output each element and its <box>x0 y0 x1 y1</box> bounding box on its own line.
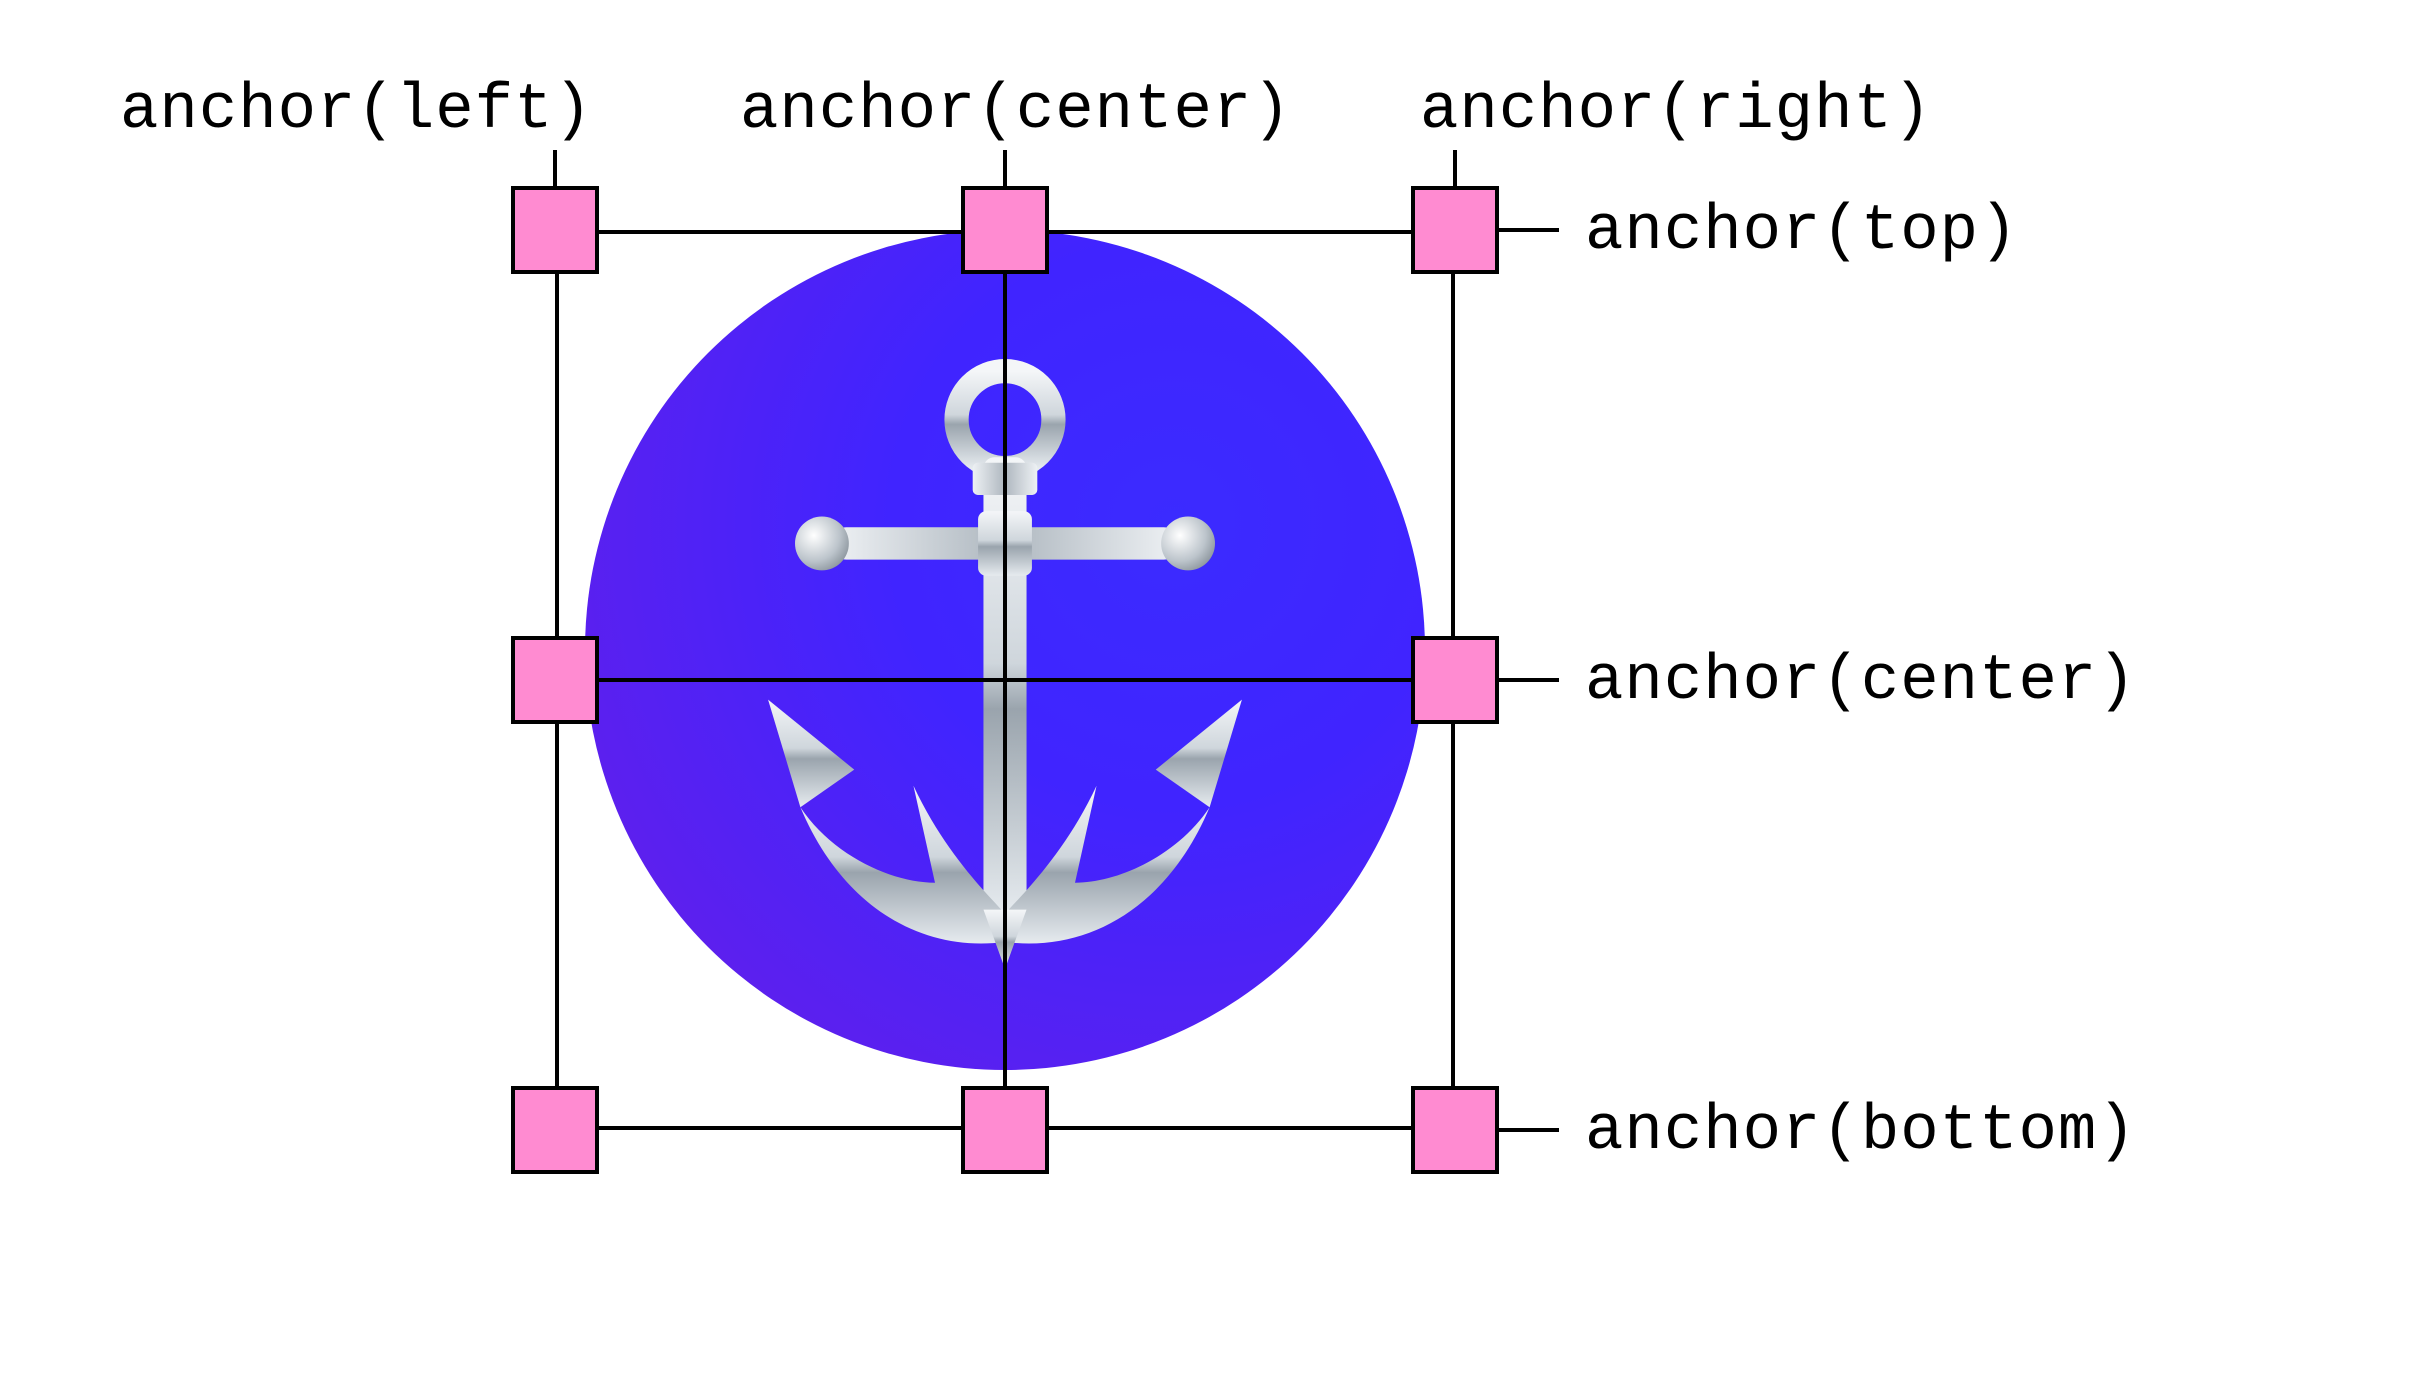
grid-horizontal-center <box>555 678 1455 682</box>
label-anchor-right: anchor(right) <box>1420 75 1932 147</box>
handle-bottom-center <box>961 1086 1049 1174</box>
handle-middle-left <box>511 636 599 724</box>
handle-middle-right <box>1411 636 1499 724</box>
label-anchor-center-row: anchor(center) <box>1585 646 2137 718</box>
leader-row-center <box>1499 678 1559 682</box>
handle-top-center <box>961 186 1049 274</box>
handle-bottom-left <box>511 1086 599 1174</box>
handle-bottom-right <box>1411 1086 1499 1174</box>
label-anchor-top: anchor(top) <box>1585 196 2018 268</box>
diagram-stage: anchor(left) anchor(center) anchor(right… <box>0 0 2434 1384</box>
handle-top-left <box>511 186 599 274</box>
leader-row-top <box>1499 228 1559 232</box>
label-anchor-left: anchor(left) <box>120 75 593 147</box>
leader-row-bottom <box>1499 1128 1559 1132</box>
handle-top-right <box>1411 186 1499 274</box>
label-anchor-center-col: anchor(center) <box>740 75 1292 147</box>
label-anchor-bottom: anchor(bottom) <box>1585 1096 2137 1168</box>
